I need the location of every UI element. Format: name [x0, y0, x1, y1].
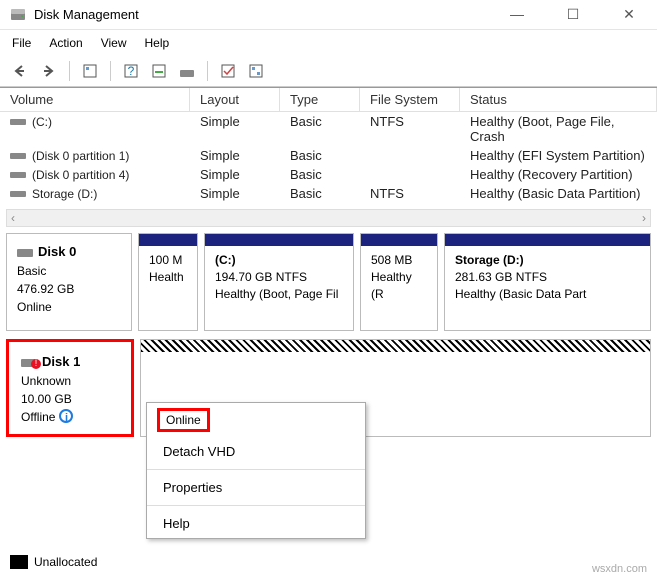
context-properties[interactable]: Properties: [147, 473, 365, 502]
help-icon[interactable]: ?: [120, 60, 142, 82]
volume-columns: Volume Layout Type File System Status: [0, 87, 657, 112]
partition-box[interactable]: 508 MBHealthy (R: [360, 233, 438, 331]
maximize-button[interactable]: ☐: [555, 6, 591, 23]
close-button[interactable]: ✕: [611, 6, 647, 23]
watermark: wsxdn.com: [592, 563, 647, 575]
table-row[interactable]: (C:) Simple Basic NTFS Healthy (Boot, Pa…: [0, 112, 657, 146]
col-fs[interactable]: File System: [360, 88, 460, 111]
col-type[interactable]: Type: [280, 88, 360, 111]
scroll-right-icon[interactable]: ›: [642, 211, 646, 225]
col-status[interactable]: Status: [460, 88, 657, 111]
volume-list: (C:) Simple Basic NTFS Healthy (Boot, Pa…: [0, 112, 657, 203]
col-volume[interactable]: Volume: [0, 88, 190, 111]
partition-box[interactable]: Storage (D:)281.63 GB NTFSHealthy (Basic…: [444, 233, 651, 331]
title-bar: Disk Management — ☐ ✕: [0, 0, 657, 30]
volume-icon: [10, 151, 26, 161]
window-title: Disk Management: [34, 7, 499, 22]
back-button[interactable]: [10, 60, 32, 82]
volume-icon: [10, 170, 26, 180]
legend-label: Unallocated: [34, 555, 97, 569]
menu-bar: File Action View Help: [0, 30, 657, 56]
app-icon: [10, 7, 26, 23]
highlight-disk1: !Disk 1 Unknown 10.00 GB Offlinei: [6, 339, 134, 437]
disk-row: Disk 0 Basic 476.92 GB Online 100 MHealt…: [6, 233, 651, 331]
svg-text:?: ?: [128, 64, 135, 78]
scroll-left-icon[interactable]: ‹: [11, 211, 15, 225]
volume-icon: [10, 117, 26, 127]
legend-swatch-unallocated: [10, 555, 28, 569]
forward-button[interactable]: [38, 60, 60, 82]
toolbar-icon[interactable]: [79, 60, 101, 82]
toolbar-icon[interactable]: [176, 60, 198, 82]
context-menu: Online Detach VHD Properties Help: [146, 402, 366, 539]
highlight-online: Online: [157, 408, 210, 432]
disk0-header[interactable]: Disk 0 Basic 476.92 GB Online: [6, 233, 132, 331]
context-detach-vhd[interactable]: Detach VHD: [147, 437, 365, 466]
toolbar-icon[interactable]: [217, 60, 239, 82]
context-online[interactable]: Online: [147, 403, 365, 437]
disk-icon: !: [21, 355, 37, 367]
toolbar: ?: [0, 56, 657, 87]
error-badge-icon: !: [31, 359, 41, 369]
info-icon[interactable]: i: [59, 409, 73, 423]
table-row[interactable]: (Disk 0 partition 1) Simple Basic Health…: [0, 146, 657, 165]
legend: Unallocated: [10, 555, 97, 569]
toolbar-icon[interactable]: [148, 60, 170, 82]
context-help[interactable]: Help: [147, 509, 365, 538]
partition-box[interactable]: 100 MHealth: [138, 233, 198, 331]
menu-help[interactable]: Help: [145, 36, 170, 50]
table-row[interactable]: Storage (D:) Simple Basic NTFS Healthy (…: [0, 184, 657, 203]
disk1-header[interactable]: !Disk 1 Unknown 10.00 GB Offlinei: [11, 344, 129, 432]
volume-icon: [10, 189, 26, 199]
table-row[interactable]: (Disk 0 partition 4) Simple Basic Health…: [0, 165, 657, 184]
menu-action[interactable]: Action: [49, 36, 82, 50]
horizontal-scrollbar[interactable]: ‹ ›: [6, 209, 651, 227]
partition-box[interactable]: (C:)194.70 GB NTFSHealthy (Boot, Page Fi…: [204, 233, 354, 331]
col-layout[interactable]: Layout: [190, 88, 280, 111]
minimize-button[interactable]: —: [499, 6, 535, 23]
disk-icon: [17, 245, 33, 257]
toolbar-icon[interactable]: [245, 60, 267, 82]
menu-file[interactable]: File: [12, 36, 31, 50]
menu-view[interactable]: View: [101, 36, 127, 50]
